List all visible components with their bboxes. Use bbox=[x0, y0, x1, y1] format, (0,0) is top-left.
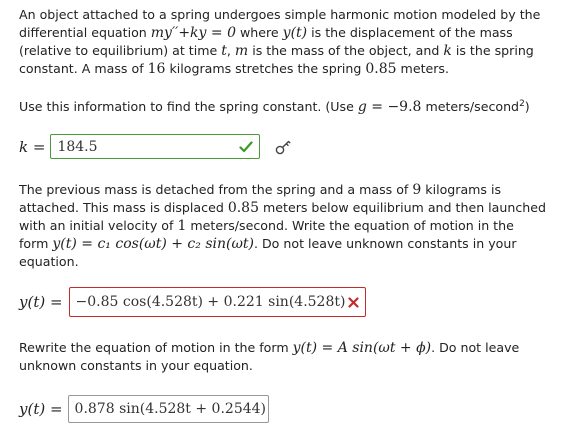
spring-constant-input[interactable]: 184.5 bbox=[50, 134, 261, 159]
amplitude-phase-row: y(t) = 0.878 sin(4.528t + 0.2544) bbox=[19, 395, 269, 423]
motion-line-1: The previous mass is detached from the s… bbox=[19, 182, 502, 198]
x-icon bbox=[347, 296, 359, 308]
amplitude-phase-value: 0.878 sin(4.528t + 0.2544) bbox=[74, 401, 267, 417]
k-label: k = bbox=[19, 137, 46, 156]
equation-of-motion-value: −0.85 cos(4.528t) + 0.221 sin(4.528t) bbox=[75, 294, 346, 310]
spring-constant-row: k = 184.5 bbox=[19, 134, 295, 159]
problem-intro: An object attached to a spring undergoes… bbox=[19, 6, 564, 78]
motion-line-2: attached. This mass is displaced 0.85 me… bbox=[19, 200, 547, 216]
amplitude-line-1: Rewrite the equation of motion in the fo… bbox=[19, 340, 520, 356]
intro-line-4: constant. A mass of 16 kilograms stretch… bbox=[19, 61, 449, 77]
y-label: y(t) = bbox=[19, 400, 63, 418]
check-icon bbox=[239, 140, 254, 153]
spring-constant-value: 184.5 bbox=[57, 138, 98, 155]
equation-of-motion-row: y(t) = −0.85 cos(4.528t) + 0.221 sin(4.5… bbox=[19, 287, 366, 317]
motion-line-3: with an initial velocity of 1 meters/sec… bbox=[19, 218, 514, 234]
intro-line-3: (relative to equilibrium) at time t, m i… bbox=[19, 43, 534, 59]
amplitude-phase-instruction: Rewrite the equation of motion in the fo… bbox=[19, 339, 564, 375]
amplitude-phase-input[interactable]: 0.878 sin(4.528t + 0.2544) bbox=[67, 395, 269, 423]
amplitude-line-2: unknown constants in your equation. bbox=[19, 358, 253, 373]
motion-line-5: equation. bbox=[19, 254, 79, 269]
motion-line-4: form y(t) = c₁ cos(ωt) + c₂ sin(ωt). Do … bbox=[19, 236, 517, 252]
key-icon[interactable] bbox=[271, 135, 295, 159]
intro-line-1: An object attached to a spring undergoes… bbox=[19, 7, 541, 22]
spring-constant-instruction: Use this information to find the spring … bbox=[19, 99, 530, 116]
homework-page: An object attached to a spring undergoes… bbox=[0, 0, 571, 431]
motion-problem: The previous mass is detached from the s… bbox=[19, 181, 564, 271]
equation-of-motion-input[interactable]: −0.85 cos(4.528t) + 0.221 sin(4.528t) bbox=[68, 287, 366, 317]
y-label: y(t) = bbox=[19, 293, 63, 311]
intro-line-2: differential equation my′′+ky = 0 where … bbox=[19, 25, 513, 41]
